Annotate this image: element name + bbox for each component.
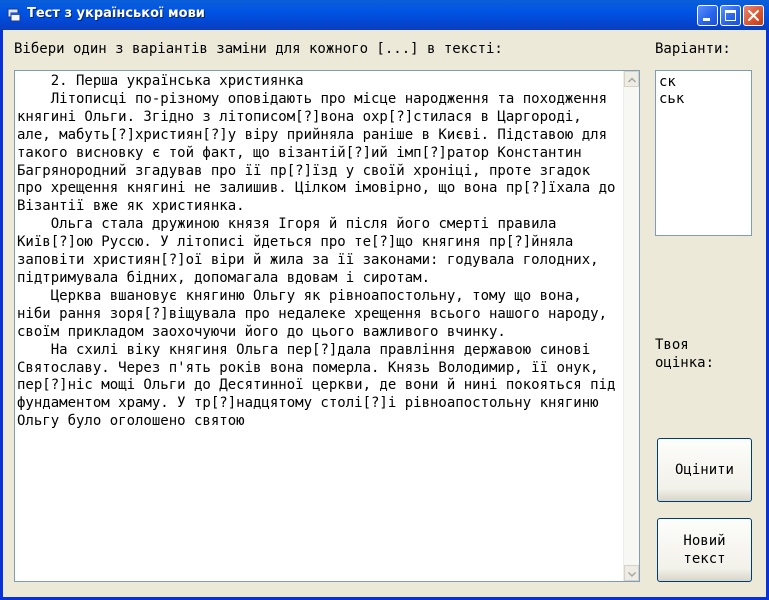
list-item[interactable]: ськ bbox=[659, 91, 684, 108]
scroll-down-button[interactable] bbox=[624, 565, 639, 581]
minimize-button[interactable] bbox=[697, 5, 718, 26]
grade-label: Твоя оцінка: bbox=[655, 337, 715, 371]
text-area[interactable]: 2. Перша українська християнка Літописці… bbox=[14, 70, 640, 582]
window-title: Тест з української мови bbox=[27, 6, 205, 21]
variants-list[interactable]: ск ськ bbox=[655, 70, 752, 236]
list-item[interactable]: ск bbox=[659, 74, 676, 91]
close-button[interactable] bbox=[743, 5, 764, 26]
exercise-text[interactable]: 2. Перша українська християнка Літописці… bbox=[17, 73, 621, 577]
minimize-icon bbox=[703, 18, 710, 21]
maximize-button[interactable] bbox=[720, 5, 741, 26]
title-bar[interactable]: Тест з української мови bbox=[0, 0, 769, 30]
new-text-button[interactable]: Новий текст bbox=[657, 518, 752, 582]
variants-label: Варіанти: bbox=[655, 41, 731, 57]
scroll-up-button[interactable] bbox=[624, 71, 639, 87]
chevron-down-icon bbox=[627, 571, 637, 578]
evaluate-button[interactable]: Оцінити bbox=[657, 438, 752, 502]
close-icon bbox=[748, 10, 759, 21]
app-icon bbox=[6, 7, 22, 23]
instruction-label: Вібери один з варіантів заміни для кожно… bbox=[14, 41, 503, 57]
app-window: Тест з української мови Вібери один з ва… bbox=[0, 0, 769, 600]
chevron-up-icon bbox=[627, 77, 637, 83]
vertical-scrollbar[interactable] bbox=[623, 71, 639, 581]
maximize-icon bbox=[725, 10, 736, 21]
